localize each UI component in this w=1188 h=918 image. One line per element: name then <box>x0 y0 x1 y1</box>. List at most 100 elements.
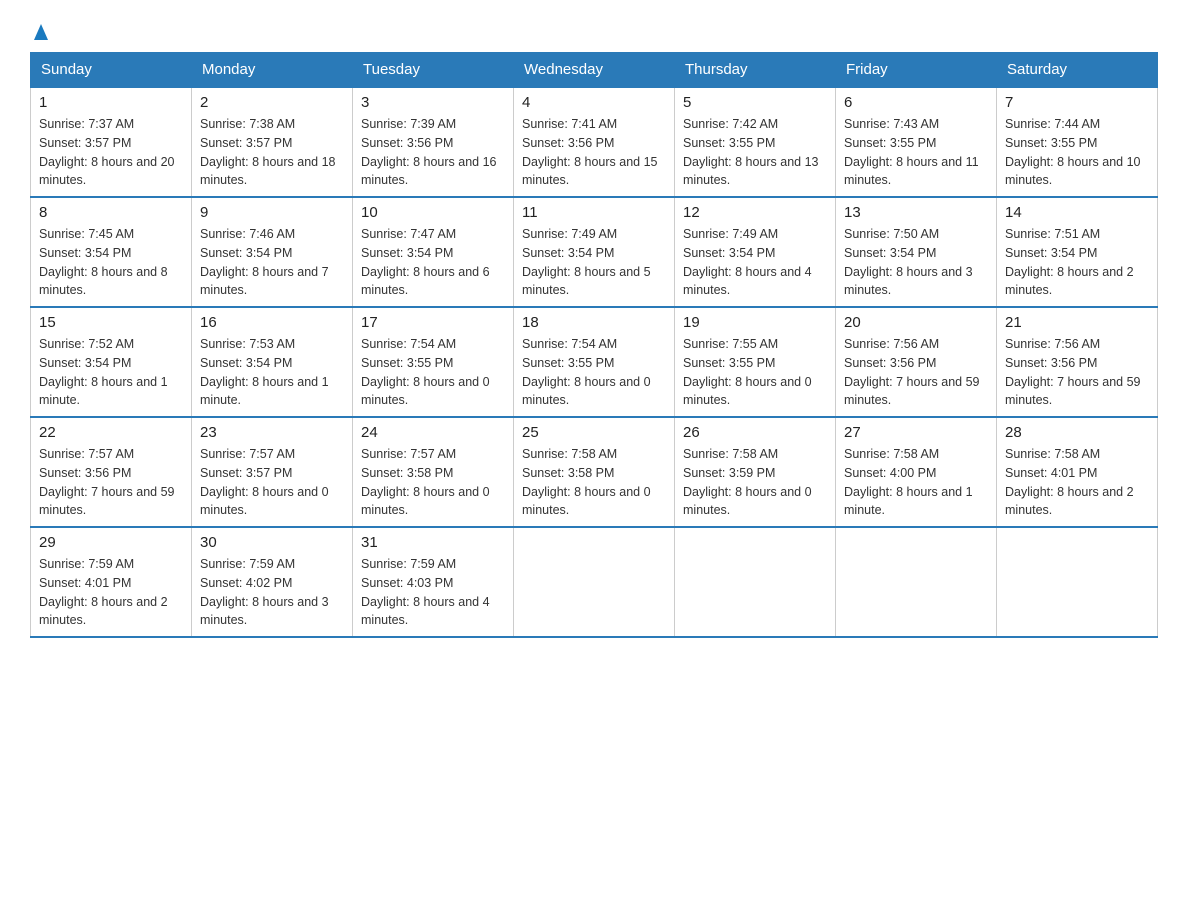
calendar-week-row: 22 Sunrise: 7:57 AM Sunset: 3:56 PM Dayl… <box>31 417 1158 527</box>
day-number: 30 <box>200 534 344 551</box>
day-number: 1 <box>39 94 183 111</box>
day-info: Sunrise: 7:39 AM Sunset: 3:56 PM Dayligh… <box>361 115 505 190</box>
calendar-header-saturday: Saturday <box>997 53 1158 88</box>
day-info: Sunrise: 7:45 AM Sunset: 3:54 PM Dayligh… <box>39 225 183 300</box>
day-number: 24 <box>361 424 505 441</box>
day-number: 21 <box>1005 314 1149 331</box>
day-number: 12 <box>683 204 827 221</box>
day-number: 29 <box>39 534 183 551</box>
calendar-cell <box>514 527 675 637</box>
calendar-cell: 31 Sunrise: 7:59 AM Sunset: 4:03 PM Dayl… <box>353 527 514 637</box>
day-info: Sunrise: 7:51 AM Sunset: 3:54 PM Dayligh… <box>1005 225 1149 300</box>
calendar-cell: 22 Sunrise: 7:57 AM Sunset: 3:56 PM Dayl… <box>31 417 192 527</box>
day-info: Sunrise: 7:57 AM Sunset: 3:57 PM Dayligh… <box>200 445 344 520</box>
day-info: Sunrise: 7:43 AM Sunset: 3:55 PM Dayligh… <box>844 115 988 190</box>
logo <box>30 20 54 42</box>
calendar-header-thursday: Thursday <box>675 53 836 88</box>
calendar-week-row: 1 Sunrise: 7:37 AM Sunset: 3:57 PM Dayli… <box>31 87 1158 197</box>
day-info: Sunrise: 7:41 AM Sunset: 3:56 PM Dayligh… <box>522 115 666 190</box>
day-info: Sunrise: 7:47 AM Sunset: 3:54 PM Dayligh… <box>361 225 505 300</box>
day-info: Sunrise: 7:56 AM Sunset: 3:56 PM Dayligh… <box>1005 335 1149 410</box>
day-info: Sunrise: 7:54 AM Sunset: 3:55 PM Dayligh… <box>361 335 505 410</box>
calendar-cell: 14 Sunrise: 7:51 AM Sunset: 3:54 PM Dayl… <box>997 197 1158 307</box>
day-number: 16 <box>200 314 344 331</box>
day-info: Sunrise: 7:44 AM Sunset: 3:55 PM Dayligh… <box>1005 115 1149 190</box>
calendar-cell: 21 Sunrise: 7:56 AM Sunset: 3:56 PM Dayl… <box>997 307 1158 417</box>
day-info: Sunrise: 7:58 AM Sunset: 3:58 PM Dayligh… <box>522 445 666 520</box>
day-info: Sunrise: 7:49 AM Sunset: 3:54 PM Dayligh… <box>522 225 666 300</box>
calendar-cell: 7 Sunrise: 7:44 AM Sunset: 3:55 PM Dayli… <box>997 87 1158 197</box>
day-info: Sunrise: 7:56 AM Sunset: 3:56 PM Dayligh… <box>844 335 988 410</box>
day-number: 22 <box>39 424 183 441</box>
calendar-cell: 10 Sunrise: 7:47 AM Sunset: 3:54 PM Dayl… <box>353 197 514 307</box>
calendar-cell: 1 Sunrise: 7:37 AM Sunset: 3:57 PM Dayli… <box>31 87 192 197</box>
day-info: Sunrise: 7:49 AM Sunset: 3:54 PM Dayligh… <box>683 225 827 300</box>
day-number: 9 <box>200 204 344 221</box>
calendar-cell: 24 Sunrise: 7:57 AM Sunset: 3:58 PM Dayl… <box>353 417 514 527</box>
day-info: Sunrise: 7:59 AM Sunset: 4:01 PM Dayligh… <box>39 555 183 630</box>
calendar-header-sunday: Sunday <box>31 53 192 88</box>
calendar-cell: 4 Sunrise: 7:41 AM Sunset: 3:56 PM Dayli… <box>514 87 675 197</box>
day-info: Sunrise: 7:59 AM Sunset: 4:03 PM Dayligh… <box>361 555 505 630</box>
calendar-cell: 30 Sunrise: 7:59 AM Sunset: 4:02 PM Dayl… <box>192 527 353 637</box>
calendar-cell: 5 Sunrise: 7:42 AM Sunset: 3:55 PM Dayli… <box>675 87 836 197</box>
day-number: 27 <box>844 424 988 441</box>
calendar-cell: 18 Sunrise: 7:54 AM Sunset: 3:55 PM Dayl… <box>514 307 675 417</box>
day-info: Sunrise: 7:37 AM Sunset: 3:57 PM Dayligh… <box>39 115 183 190</box>
calendar-cell: 13 Sunrise: 7:50 AM Sunset: 3:54 PM Dayl… <box>836 197 997 307</box>
day-number: 28 <box>1005 424 1149 441</box>
day-number: 2 <box>200 94 344 111</box>
calendar-header-friday: Friday <box>836 53 997 88</box>
calendar-cell: 8 Sunrise: 7:45 AM Sunset: 3:54 PM Dayli… <box>31 197 192 307</box>
day-info: Sunrise: 7:54 AM Sunset: 3:55 PM Dayligh… <box>522 335 666 410</box>
day-number: 4 <box>522 94 666 111</box>
calendar-cell: 15 Sunrise: 7:52 AM Sunset: 3:54 PM Dayl… <box>31 307 192 417</box>
calendar-cell: 19 Sunrise: 7:55 AM Sunset: 3:55 PM Dayl… <box>675 307 836 417</box>
day-info: Sunrise: 7:52 AM Sunset: 3:54 PM Dayligh… <box>39 335 183 410</box>
calendar-cell: 20 Sunrise: 7:56 AM Sunset: 3:56 PM Dayl… <box>836 307 997 417</box>
calendar-cell: 27 Sunrise: 7:58 AM Sunset: 4:00 PM Dayl… <box>836 417 997 527</box>
day-number: 10 <box>361 204 505 221</box>
calendar-cell: 23 Sunrise: 7:57 AM Sunset: 3:57 PM Dayl… <box>192 417 353 527</box>
day-number: 31 <box>361 534 505 551</box>
calendar-cell: 26 Sunrise: 7:58 AM Sunset: 3:59 PM Dayl… <box>675 417 836 527</box>
calendar-cell: 29 Sunrise: 7:59 AM Sunset: 4:01 PM Dayl… <box>31 527 192 637</box>
day-info: Sunrise: 7:55 AM Sunset: 3:55 PM Dayligh… <box>683 335 827 410</box>
calendar-cell <box>675 527 836 637</box>
day-info: Sunrise: 7:58 AM Sunset: 3:59 PM Dayligh… <box>683 445 827 520</box>
calendar-cell: 25 Sunrise: 7:58 AM Sunset: 3:58 PM Dayl… <box>514 417 675 527</box>
day-info: Sunrise: 7:57 AM Sunset: 3:58 PM Dayligh… <box>361 445 505 520</box>
day-number: 11 <box>522 204 666 221</box>
day-info: Sunrise: 7:50 AM Sunset: 3:54 PM Dayligh… <box>844 225 988 300</box>
day-number: 13 <box>844 204 988 221</box>
day-info: Sunrise: 7:57 AM Sunset: 3:56 PM Dayligh… <box>39 445 183 520</box>
day-info: Sunrise: 7:58 AM Sunset: 4:01 PM Dayligh… <box>1005 445 1149 520</box>
day-info: Sunrise: 7:58 AM Sunset: 4:00 PM Dayligh… <box>844 445 988 520</box>
day-number: 15 <box>39 314 183 331</box>
day-number: 7 <box>1005 94 1149 111</box>
calendar-cell: 28 Sunrise: 7:58 AM Sunset: 4:01 PM Dayl… <box>997 417 1158 527</box>
calendar-table: SundayMondayTuesdayWednesdayThursdayFrid… <box>30 52 1158 638</box>
day-number: 25 <box>522 424 666 441</box>
calendar-cell <box>997 527 1158 637</box>
day-number: 6 <box>844 94 988 111</box>
calendar-header-monday: Monday <box>192 53 353 88</box>
page-header <box>30 20 1158 42</box>
calendar-week-row: 15 Sunrise: 7:52 AM Sunset: 3:54 PM Dayl… <box>31 307 1158 417</box>
calendar-header-tuesday: Tuesday <box>353 53 514 88</box>
calendar-header-row: SundayMondayTuesdayWednesdayThursdayFrid… <box>31 53 1158 88</box>
calendar-week-row: 29 Sunrise: 7:59 AM Sunset: 4:01 PM Dayl… <box>31 527 1158 637</box>
calendar-cell: 6 Sunrise: 7:43 AM Sunset: 3:55 PM Dayli… <box>836 87 997 197</box>
day-info: Sunrise: 7:59 AM Sunset: 4:02 PM Dayligh… <box>200 555 344 630</box>
day-number: 8 <box>39 204 183 221</box>
day-number: 5 <box>683 94 827 111</box>
day-info: Sunrise: 7:46 AM Sunset: 3:54 PM Dayligh… <box>200 225 344 300</box>
calendar-cell: 11 Sunrise: 7:49 AM Sunset: 3:54 PM Dayl… <box>514 197 675 307</box>
calendar-cell: 16 Sunrise: 7:53 AM Sunset: 3:54 PM Dayl… <box>192 307 353 417</box>
day-number: 17 <box>361 314 505 331</box>
day-number: 14 <box>1005 204 1149 221</box>
day-info: Sunrise: 7:53 AM Sunset: 3:54 PM Dayligh… <box>200 335 344 410</box>
calendar-cell: 2 Sunrise: 7:38 AM Sunset: 3:57 PM Dayli… <box>192 87 353 197</box>
calendar-week-row: 8 Sunrise: 7:45 AM Sunset: 3:54 PM Dayli… <box>31 197 1158 307</box>
calendar-cell: 12 Sunrise: 7:49 AM Sunset: 3:54 PM Dayl… <box>675 197 836 307</box>
